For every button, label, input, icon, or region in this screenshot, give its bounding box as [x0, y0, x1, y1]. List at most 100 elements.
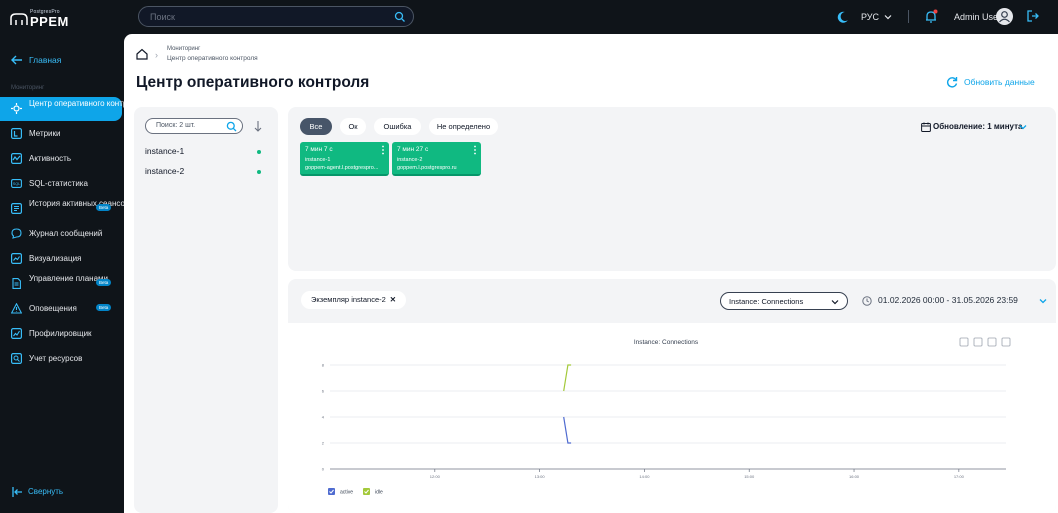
user-icon: [999, 11, 1010, 23]
list-item[interactable]: instance-2: [145, 165, 265, 179]
svg-text:SQL: SQL: [13, 182, 21, 186]
breadcrumb-level-2: Центр оперативного контроля: [167, 55, 258, 62]
legend-label: idle: [375, 490, 383, 496]
chart-title: Instance: Connections: [634, 339, 699, 346]
y-tick-label: 6: [322, 389, 325, 394]
home-label: Главная: [29, 55, 62, 65]
sidebar-item-label: Метрики: [29, 129, 61, 138]
home-icon[interactable]: [136, 48, 148, 60]
legend-checkbox-idle[interactable]: [363, 488, 370, 495]
instance-tag-label: Экземпляр instance-2: [311, 295, 386, 304]
moon-icon[interactable]: [836, 10, 850, 24]
sidebar-item-control-center[interactable]: Центр оперативного контроля: [0, 97, 141, 121]
avatar[interactable]: [996, 8, 1013, 25]
kebab-menu-icon[interactable]: [473, 145, 477, 155]
search-icon[interactable]: [226, 121, 237, 132]
logo-title: PPEM: [30, 14, 69, 29]
print-icon[interactable]: [1001, 337, 1011, 347]
sidebar-item-label: Визуализация: [29, 254, 82, 263]
zoom-icon[interactable]: [959, 337, 969, 347]
update-interval-label: Обновление: 1 минута: [933, 122, 1023, 131]
beta-badge: Beta: [96, 279, 112, 286]
search-placeholder: Поиск: [150, 12, 175, 22]
sidebar-item-visualization[interactable]: Визуализация: [0, 247, 122, 271]
x-tick-label: 16:00: [849, 474, 860, 479]
x-tick-label: 17:00: [954, 474, 965, 479]
chevron-down-icon: [831, 300, 839, 305]
resource-search-icon: [11, 353, 22, 364]
card-duration: 7 мин 27 с: [397, 146, 429, 153]
sort-down-icon[interactable]: [253, 120, 263, 132]
chat-icon: [11, 228, 22, 239]
logout-icon[interactable]: [1026, 9, 1040, 23]
chevron-down-icon[interactable]: [883, 12, 893, 22]
x-tick-label: 13:00: [535, 474, 546, 479]
instance-search-placeholder: Поиск: 2 шт.: [156, 122, 196, 129]
refresh-icon: [946, 77, 958, 88]
clock-icon: [862, 296, 872, 306]
language-selector[interactable]: РУС: [861, 12, 879, 22]
legend-checkbox-active[interactable]: [328, 488, 335, 495]
status-dot: [257, 150, 261, 154]
chevron-down-icon: [1039, 299, 1047, 304]
collapse-icon: [12, 487, 22, 497]
breadcrumb-level-1[interactable]: Мониторинг: [167, 46, 200, 52]
sidebar-item-sql-stats[interactable]: SQL SQL-статистика: [0, 172, 122, 196]
x-tick-label: 14:00: [639, 474, 650, 479]
kebab-menu-icon[interactable]: [381, 145, 385, 155]
filter-undefined-button[interactable]: Не определено: [429, 118, 498, 135]
instance-search-input[interactable]: Поиск: 2 шт.: [145, 118, 243, 134]
sidebar-item-session-history[interactable]: История активных сеансов Beta: [0, 197, 129, 221]
filter-all-button[interactable]: Все: [300, 118, 332, 135]
metric-select-value: Instance: Connections: [729, 297, 804, 306]
bell-icon[interactable]: [924, 9, 938, 24]
y-tick-label: 4: [322, 415, 325, 420]
card-host: goppem.l.postgrespro.ru: [397, 165, 457, 171]
chart-icon: [11, 253, 22, 264]
x-tick-label: 15:00: [744, 474, 755, 479]
y-tick-label: 0: [322, 467, 325, 472]
instance-status-card[interactable]: 7 мин 27 с instance-2 goppem.l.postgresp…: [392, 142, 481, 176]
top-bar: PostgresPro PPEM Поиск РУС Admin User: [0, 0, 1058, 34]
status-dot: [257, 170, 261, 174]
chart-area: Instance: Connections 0 2 4 6 8 12:00 13:00 14:0…: [288, 323, 1056, 513]
sidebar-item-message-log[interactable]: Журнал сообщений: [0, 222, 122, 246]
card-host: goppem-agent.l.postgrespro...: [305, 165, 379, 171]
search-icon[interactable]: [394, 11, 406, 23]
sidebar-item-resource-accounting[interactable]: Учет ресурсов: [0, 347, 122, 371]
logo[interactable]: PostgresPro PPEM: [10, 9, 80, 29]
restore-icon[interactable]: [973, 337, 983, 347]
legend-label: active: [340, 490, 353, 496]
close-icon[interactable]: ✕: [390, 295, 396, 304]
sidebar-item-label: Активность: [29, 154, 72, 163]
card-duration: 7 мин 7 с: [305, 146, 333, 153]
filter-error-button[interactable]: Ошибка: [374, 118, 421, 135]
filter-ok-button[interactable]: Ок: [340, 118, 366, 135]
metrics-icon: [11, 128, 22, 139]
sidebar-item-alerts[interactable]: Оповещения Beta: [0, 297, 122, 321]
chevron-down-icon: [1019, 125, 1027, 130]
sidebar-item-plan-management[interactable]: Управление планами Beta: [0, 272, 122, 296]
main-content: › Мониторинг Центр оперативного контроля…: [124, 34, 1058, 513]
instance-name: instance-2: [145, 166, 185, 176]
sidebar: Главная Мониторинг Центр оперативного ко…: [0, 34, 141, 513]
sidebar-item-label: История активных сеансов: [29, 199, 130, 208]
sql-icon: SQL: [11, 179, 22, 188]
user-name[interactable]: Admin User: [954, 12, 1001, 22]
page-title: Центр оперативного контроля: [136, 74, 370, 91]
profiler-icon: [11, 328, 22, 339]
target-icon: [11, 103, 22, 114]
series-line-active: [563, 416, 572, 444]
beta-badge: Beta: [96, 304, 112, 311]
warning-icon: [11, 303, 22, 314]
global-search-input[interactable]: Поиск: [138, 6, 414, 27]
instance-tag[interactable]: Экземпляр instance-2 ✕: [301, 291, 407, 309]
list-item[interactable]: instance-1: [145, 145, 265, 159]
sidebar-item-profiler[interactable]: Профилировщик: [0, 322, 122, 346]
save-image-icon[interactable]: [987, 337, 997, 347]
metric-select[interactable]: Instance: Connections: [720, 292, 848, 310]
instance-status-card[interactable]: 7 мин 7 с instance-1 goppem-agent.l.post…: [300, 142, 389, 176]
breadcrumb-separator-icon: ›: [155, 50, 158, 60]
sidebar-item-metrics[interactable]: Метрики: [0, 122, 122, 146]
sidebar-item-activity[interactable]: Активность: [0, 147, 122, 171]
